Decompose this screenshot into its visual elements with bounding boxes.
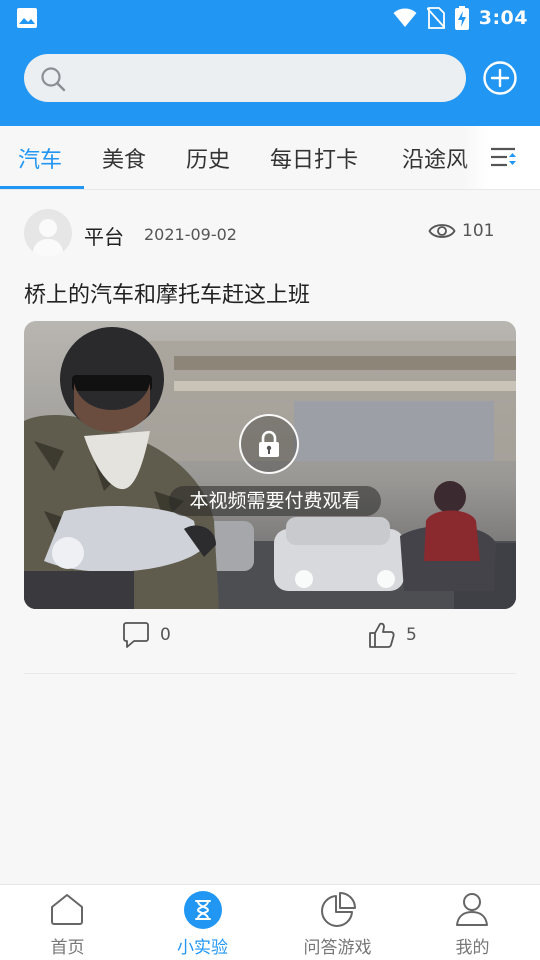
user-icon	[456, 893, 488, 926]
app-header: 3:04	[0, 0, 540, 126]
post-divider	[24, 673, 516, 674]
battery-charging-icon	[454, 6, 469, 30]
view-count-value: 101	[462, 221, 495, 241]
nav-quiz-game[interactable]: 问答游戏	[270, 885, 405, 960]
user-placeholder-icon	[32, 219, 64, 257]
paid-video-notice: 本视频需要付费观看	[169, 486, 381, 516]
tab-food[interactable]: 美食	[102, 142, 146, 174]
comment-icon	[123, 622, 149, 648]
post-actions: 0 5	[0, 619, 540, 655]
status-time: 3:04	[478, 7, 528, 29]
post-author[interactable]: 平台	[84, 221, 124, 250]
home-icon	[51, 894, 83, 925]
hourglass-icon	[184, 891, 222, 929]
avatar[interactable]	[24, 209, 72, 257]
like-button[interactable]: 5	[368, 621, 417, 649]
comment-button[interactable]: 0	[122, 621, 171, 649]
status-bar: 3:04	[0, 0, 540, 36]
nav-experiments[interactable]: 小实验	[135, 885, 270, 960]
post-title[interactable]: 桥上的汽车和摩托车赶这上班	[24, 277, 310, 309]
lock-button[interactable]	[239, 414, 299, 474]
search-input[interactable]	[80, 54, 450, 102]
like-count: 5	[406, 625, 417, 645]
search-bar[interactable]	[24, 54, 466, 102]
tab-cars[interactable]: 汽车	[18, 142, 62, 174]
tab-daily-checkin[interactable]: 每日打卡	[270, 142, 358, 174]
nav-profile[interactable]: 我的	[405, 885, 540, 960]
tab-fade	[462, 126, 488, 189]
view-count: 101	[428, 221, 494, 241]
sort-menu-icon	[491, 147, 516, 167]
add-circle-icon[interactable]	[482, 60, 518, 96]
tab-history[interactable]: 历史	[186, 142, 230, 174]
thumbs-up-icon	[369, 622, 395, 648]
active-tab-indicator	[0, 186, 84, 189]
post-date: 2021-09-02	[144, 225, 237, 244]
tab-menu-button[interactable]	[488, 126, 540, 189]
bottom-nav: 首页 小实验 问答游戏 我的	[0, 884, 540, 960]
nav-profile-label: 我的	[455, 938, 490, 958]
search-icon	[41, 67, 66, 92]
eye-icon	[428, 224, 456, 238]
category-tabs: 汽车 美食 历史 每日打卡 沿途风	[0, 126, 540, 190]
comment-count: 0	[160, 625, 171, 645]
gallery-icon	[17, 8, 37, 28]
wifi-icon	[393, 8, 417, 27]
tab-scenery[interactable]: 沿途风	[402, 142, 468, 174]
no-sim-icon	[426, 7, 445, 29]
nav-home-label: 首页	[50, 938, 85, 958]
nav-home[interactable]: 首页	[0, 885, 135, 960]
nav-quiz-game-label: 问答游戏	[303, 938, 372, 958]
pie-chart-icon	[321, 892, 356, 927]
video-thumbnail[interactable]: 本视频需要付费观看	[24, 321, 516, 609]
nav-experiments-label: 小实验	[177, 938, 228, 958]
lock-icon	[259, 430, 279, 457]
